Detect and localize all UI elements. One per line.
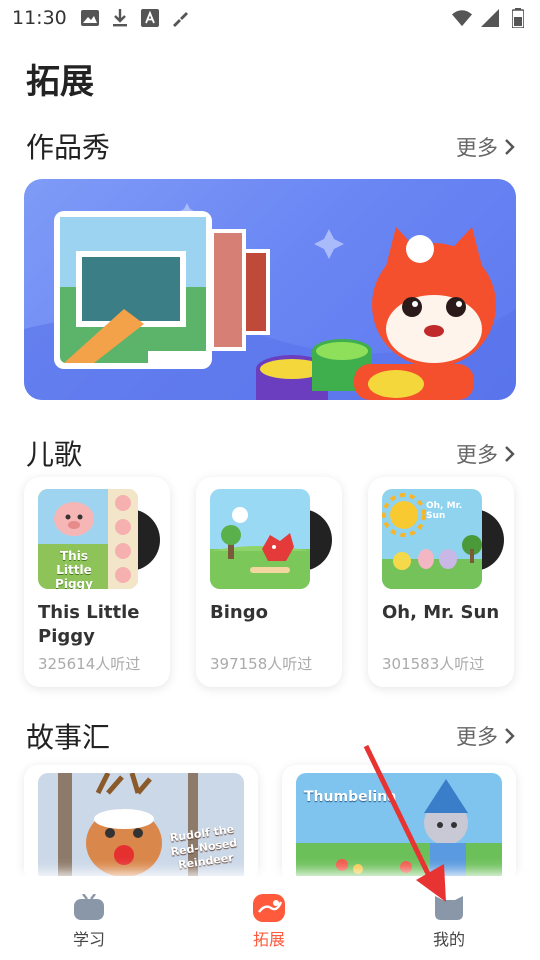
showcase-more-link[interactable]: 更多 <box>456 132 516 162</box>
more-label: 更多 <box>456 136 498 160</box>
tab-explore[interactable]: 拓展 <box>219 894 319 960</box>
notification-icons <box>80 8 190 28</box>
download-icon <box>110 8 130 28</box>
song-cover-text: Oh, Mr. Sun <box>426 501 463 521</box>
showcase-section-title: 作品秀 <box>26 131 111 164</box>
font-icon <box>140 8 160 28</box>
signal-icon <box>480 8 500 28</box>
wifi-icon <box>452 8 472 28</box>
songs-more-link[interactable]: 更多 <box>456 439 516 469</box>
song-cover <box>210 489 310 589</box>
status-bar: 11:30 <box>0 0 540 36</box>
song-title: Bingo <box>210 602 268 623</box>
story-cover-text: Thumbelina <box>304 789 397 805</box>
profile-icon <box>433 894 465 920</box>
tab-label: 学习 <box>72 930 105 949</box>
stories-list: Rudolf the Red-Nosed Reindeer Thumbelina <box>24 765 516 883</box>
story-card[interactable]: Rudolf the Red-Nosed Reindeer <box>24 765 258 883</box>
tab-label: 拓展 <box>252 930 285 949</box>
story-cover: Thumbelina <box>296 773 502 883</box>
song-listen-count: 325614人听过 <box>38 655 141 673</box>
song-title: This Little Piggy <box>38 602 140 647</box>
song-cover: Oh, Mr. Sun <box>382 489 482 589</box>
image-icon <box>80 8 100 28</box>
tv-icon <box>73 893 105 920</box>
bottom-tab-bar: 学习 拓展 我的 <box>0 876 540 960</box>
song-listen-count: 397158人听过 <box>210 655 313 673</box>
song-listen-count: 301583人听过 <box>382 655 485 673</box>
stories-more-link[interactable]: 更多 <box>456 721 516 751</box>
chevron-right-icon <box>505 728 515 744</box>
system-icons <box>452 8 528 28</box>
brush-icon <box>170 8 190 28</box>
songs-section-title: 儿歌 <box>26 438 83 471</box>
song-cover: This Little Piggy <box>38 489 138 589</box>
chevron-right-icon <box>505 446 515 462</box>
showcase-banner[interactable] <box>24 179 516 400</box>
status-time: 11:30 <box>12 7 67 29</box>
more-label: 更多 <box>456 443 498 467</box>
stories-section-title: 故事汇 <box>26 721 111 754</box>
songs-list: This Little Piggy This Little Piggy 3256… <box>24 477 540 687</box>
song-title: Oh, Mr. Sun <box>382 602 500 623</box>
story-cover: Rudolf the Red-Nosed Reindeer <box>38 773 244 883</box>
song-cover-text: This Little Piggy <box>55 549 93 589</box>
song-card[interactable]: Bingo 397158人听过 <box>196 477 342 687</box>
chat-icon <box>253 894 285 922</box>
more-label: 更多 <box>456 725 498 749</box>
song-card[interactable]: This Little Piggy This Little Piggy 3256… <box>24 477 170 687</box>
tab-learn[interactable]: 学习 <box>39 893 139 960</box>
page-title: 拓展 <box>26 62 94 102</box>
battery-icon <box>508 8 528 28</box>
tab-me[interactable]: 我的 <box>399 894 499 960</box>
story-card[interactable]: Thumbelina <box>282 765 516 883</box>
song-card[interactable]: Oh, Mr. Sun Oh, Mr. Sun 301583人听过 <box>368 477 514 687</box>
tab-label: 我的 <box>432 930 465 949</box>
chevron-right-icon <box>505 139 515 155</box>
